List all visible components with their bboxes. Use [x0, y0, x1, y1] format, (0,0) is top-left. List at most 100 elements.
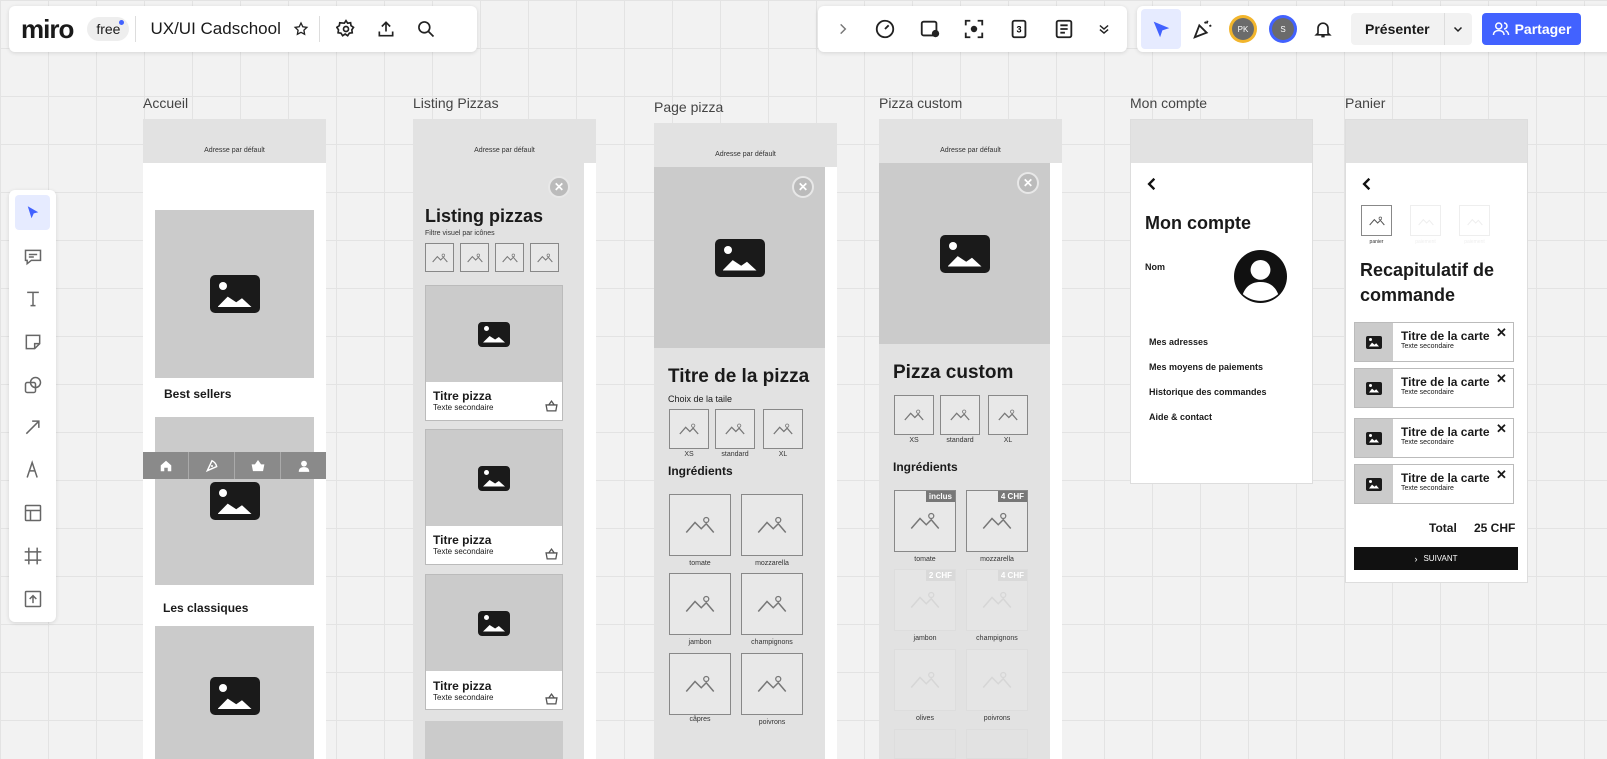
filter-icon-3[interactable]: [495, 243, 524, 272]
pizza-icon[interactable]: [189, 452, 235, 479]
user-icon[interactable]: [281, 452, 326, 479]
screen-share-icon[interactable]: [910, 9, 950, 49]
frame-label-accueil[interactable]: Accueil: [143, 95, 188, 111]
frame-listing-pizzas[interactable]: Adresse par défault ✕ Listing pizzas Fil…: [413, 119, 596, 759]
frame-label-pizza-custom[interactable]: Pizza custom: [879, 95, 962, 111]
cart-item[interactable]: Titre de la carte Texte secondaire ✕: [1354, 464, 1514, 504]
frame-label-mon-compte[interactable]: Mon compte: [1130, 95, 1207, 111]
back-arrow-icon[interactable]: [1360, 176, 1374, 192]
link-mes-adresses[interactable]: Mes adresses: [1149, 337, 1208, 347]
ingredient-jambon[interactable]: 2 CHF: [894, 569, 956, 631]
ingredient-champignons[interactable]: [741, 573, 803, 635]
avatar-s[interactable]: S: [1269, 15, 1297, 43]
frame-pizza-custom[interactable]: Adresse par défault ✕ Pizza custom XS st…: [879, 119, 1062, 759]
templates-icon[interactable]: [15, 495, 50, 530]
cart-item[interactable]: Titre de la carte Texte secondaire ✕: [1354, 418, 1514, 458]
frame-page-pizza[interactable]: Adresse par défault ✕ Titre de la pizza …: [654, 123, 837, 759]
pizza-card[interactable]: Titre pizza Texte secondaire: [425, 429, 563, 565]
ingredient-jambon[interactable]: [669, 573, 731, 635]
present-dropdown-chevron-icon[interactable]: [1443, 13, 1472, 45]
present-button[interactable]: Présenter: [1351, 13, 1472, 45]
remove-x-icon[interactable]: ✕: [1496, 325, 1507, 341]
profile-avatar-icon[interactable]: [1234, 250, 1287, 303]
frame-icon[interactable]: [15, 538, 50, 573]
ingredient-poivrons[interactable]: [966, 649, 1028, 711]
frame-label-panier[interactable]: Panier: [1345, 95, 1385, 111]
cart-item[interactable]: Titre de la carte Texte secondaire ✕: [1354, 322, 1514, 362]
basket-icon[interactable]: [545, 400, 558, 412]
avatar-pk[interactable]: PK: [1229, 15, 1257, 43]
basket-icon[interactable]: [545, 548, 558, 560]
ingredient-champignons[interactable]: 4 CHF: [966, 569, 1028, 631]
star-icon[interactable]: [289, 9, 313, 49]
cursor-reactions-icon[interactable]: [1141, 9, 1181, 49]
close-icon[interactable]: ✕: [1017, 172, 1039, 194]
frame-mon-compte[interactable]: Mon compte Nom Mes adresses Mes moyens d…: [1130, 119, 1313, 484]
home-icon[interactable]: [143, 452, 189, 479]
basket-icon[interactable]: [545, 693, 558, 705]
size-option-xs[interactable]: [894, 395, 934, 435]
countdown-icon[interactable]: 3: [999, 9, 1039, 49]
text-tool-icon[interactable]: [15, 281, 50, 316]
remove-x-icon[interactable]: ✕: [1496, 467, 1507, 483]
comment-icon[interactable]: [15, 239, 50, 274]
celebrate-icon[interactable]: [1183, 9, 1223, 49]
ingredient-capres[interactable]: [669, 653, 731, 715]
ingredient-olives[interactable]: [894, 649, 956, 711]
pizza-card[interactable]: Titre pizza Texte secondaire: [425, 285, 563, 421]
shapes-icon[interactable]: [15, 367, 50, 402]
select-cursor-icon[interactable]: [15, 195, 50, 230]
miro-logo[interactable]: miro: [21, 14, 74, 45]
frame-label-page-pizza[interactable]: Page pizza: [654, 99, 723, 115]
frame-panier[interactable]: panier paiement paiement Recapitulatif d…: [1345, 119, 1528, 583]
ingredient-tomate[interactable]: [669, 494, 731, 556]
notifications-bell-icon[interactable]: [1303, 9, 1343, 49]
step-panier[interactable]: [1361, 205, 1392, 236]
size-option-standard[interactable]: [940, 395, 980, 435]
upload-export-icon[interactable]: [366, 9, 406, 49]
notes-icon[interactable]: [1044, 9, 1084, 49]
upload-icon[interactable]: [15, 581, 50, 616]
frame-accueil[interactable]: Adresse par défault Best sellers Les cla…: [143, 119, 326, 759]
back-arrow-icon[interactable]: [1145, 176, 1159, 192]
ingredient-poivrons[interactable]: [741, 653, 803, 715]
link-moyens-paiement[interactable]: Mes moyens de paiements: [1149, 362, 1263, 372]
size-option-xs[interactable]: [669, 409, 709, 449]
plan-badge[interactable]: free: [87, 17, 130, 41]
pen-icon[interactable]: [15, 452, 50, 487]
link-historique-commandes[interactable]: Historique des commandes: [1149, 387, 1267, 397]
search-icon[interactable]: [406, 9, 446, 49]
focus-frame-icon[interactable]: [954, 9, 994, 49]
link-aide-contact[interactable]: Aide & contact: [1149, 412, 1212, 422]
timer-icon[interactable]: [865, 9, 905, 49]
connection-arrow-icon[interactable]: [15, 409, 50, 444]
step-paiement[interactable]: [1410, 205, 1441, 236]
remove-x-icon[interactable]: ✕: [1496, 371, 1507, 387]
size-option-xl[interactable]: [763, 409, 803, 449]
sticky-note-icon[interactable]: [15, 324, 50, 359]
chevron-right-icon[interactable]: [826, 9, 860, 49]
ingredient-mozzarella[interactable]: [741, 494, 803, 556]
board-title[interactable]: UX/UI Cadschool: [150, 19, 280, 39]
frame-label-listing[interactable]: Listing Pizzas: [413, 95, 499, 111]
close-icon[interactable]: ✕: [792, 176, 814, 198]
next-button[interactable]: › SUIVANT: [1354, 547, 1518, 570]
size-option-standard[interactable]: [715, 409, 755, 449]
settings-gear-icon[interactable]: [326, 9, 366, 49]
cart-item[interactable]: Titre de la carte Texte secondaire ✕: [1354, 368, 1514, 408]
pizza-card[interactable]: Titre pizza Texte secondaire: [425, 574, 563, 710]
filter-icon-4[interactable]: [530, 243, 559, 272]
filter-icon-1[interactable]: [425, 243, 454, 272]
basket-icon[interactable]: [235, 452, 281, 479]
more-chevron-down-icon[interactable]: [1089, 9, 1119, 49]
collaboration-toolbar: 3: [818, 6, 1127, 52]
ingredient-mozzarella[interactable]: 4 CHF: [966, 490, 1028, 552]
close-icon[interactable]: ✕: [548, 176, 570, 198]
share-button[interactable]: Partager: [1481, 13, 1582, 45]
image-icon: [478, 610, 510, 636]
size-option-xl[interactable]: [988, 395, 1028, 435]
ingredient-tomate[interactable]: inclus: [894, 490, 956, 552]
step-confirmation[interactable]: [1459, 205, 1490, 236]
remove-x-icon[interactable]: ✕: [1496, 421, 1507, 437]
filter-icon-2[interactable]: [460, 243, 489, 272]
